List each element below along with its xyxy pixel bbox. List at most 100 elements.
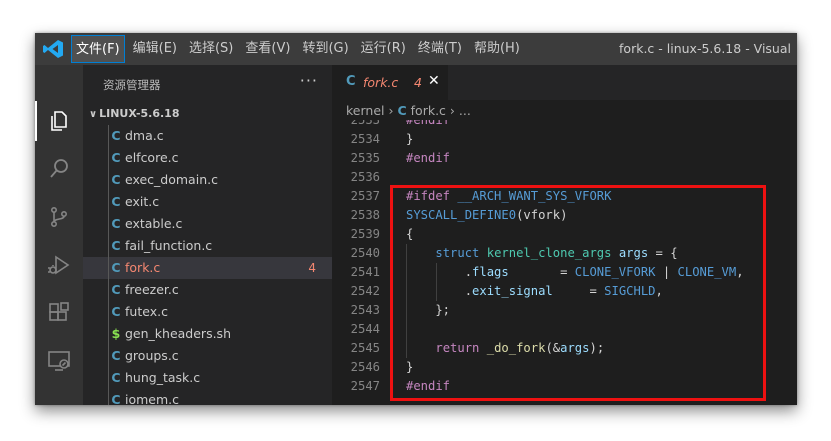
close-icon[interactable]: ✕ — [428, 73, 440, 89]
code-line: 2547 #endif — [332, 377, 797, 396]
menu-item[interactable]: 查看(V) — [241, 33, 294, 65]
line-number: 2539 — [350, 227, 380, 241]
code-token: _do_fork — [486, 341, 546, 355]
activity-bar — [35, 65, 83, 405]
code-token: #endif — [406, 120, 451, 127]
code-token: exit_signal — [472, 284, 553, 298]
breadcrumb-separator-icon: › — [388, 103, 394, 118]
file-item[interactable]: Chung_task.c — [83, 367, 332, 389]
code-line: 2545 return _do_fork(&args); — [332, 339, 797, 358]
file-item[interactable]: $ gen_kheaders.sh — [83, 323, 332, 345]
menu-item[interactable]: 运行(R) — [357, 33, 410, 65]
explorer-title: 资源管理器 — [103, 78, 161, 92]
code-text: } — [406, 130, 413, 149]
c-file-icon: C — [111, 260, 121, 275]
code-token: args — [560, 341, 590, 355]
line-number: 2538 — [350, 208, 380, 222]
code-line: 2543 }; — [332, 301, 797, 320]
more-actions-button[interactable]: ··· — [300, 71, 318, 90]
file-item[interactable]: Cfutex.c — [83, 301, 332, 323]
file-item[interactable]: Cfork.c 4 — [83, 257, 332, 279]
c-file-icon: C — [346, 74, 356, 89]
code-text: SYSCALL_DEFINE0(vfork) — [406, 206, 567, 225]
code-token: (& — [545, 341, 561, 355]
file-name: fail_function.c — [125, 238, 213, 253]
menu-item[interactable]: 选择(S) — [185, 33, 237, 65]
c-file-icon: C — [111, 282, 121, 297]
run-debug-icon[interactable] — [47, 253, 71, 277]
menu-item[interactable]: 编辑(E) — [129, 33, 181, 65]
file-name: gen_kheaders.sh — [125, 326, 231, 341]
code-text: .exit_signal = SIGCHLD, — [406, 282, 663, 301]
file-item[interactable]: Cdma.c — [83, 125, 332, 147]
code-token: #endif — [406, 151, 451, 165]
file-name: fork.c — [125, 260, 161, 275]
code-line: 2546} — [332, 358, 797, 377]
file-name: exec_domain.c — [125, 172, 218, 187]
code-text: .flags = CLONE_VFORK | CLONE_VM, — [406, 263, 744, 282]
line-number: 2544 — [350, 322, 380, 336]
menu-item[interactable]: 转到(G) — [298, 33, 352, 65]
breadcrumb-separator-icon: › — [449, 103, 455, 118]
files-icon[interactable] — [47, 109, 71, 133]
code-text: { — [406, 225, 413, 244]
code-line: 2542 .exit_signal = SIGCHLD, — [332, 282, 797, 301]
code-line: 2538 SYSCALL_DEFINE0(vfork) — [332, 206, 797, 225]
editor-area: C fork.c 4 ✕ kernel › C fork.c › ... 253… — [332, 65, 797, 405]
line-number: 2536 — [350, 170, 380, 184]
search-icon[interactable] — [47, 157, 71, 181]
code-line: 2536 — [332, 168, 797, 187]
breadcrumb-folder[interactable]: kernel — [346, 103, 385, 118]
source-control-icon[interactable] — [47, 205, 71, 229]
file-item[interactable]: Celfcore.c — [83, 147, 332, 169]
code-text: }; — [406, 301, 450, 320]
file-item[interactable]: Cexit.c — [83, 191, 332, 213]
code-text: struct kernel_clone_args args = { — [406, 244, 677, 263]
c-file-icon: C — [111, 172, 121, 187]
code-token: , — [655, 284, 663, 298]
file-name: futex.c — [125, 304, 168, 319]
c-file-icon: C — [111, 238, 121, 253]
menu-item[interactable]: 终端(T) — [414, 33, 466, 65]
code-token: struct — [435, 246, 480, 260]
active-view-indicator — [35, 101, 37, 141]
c-file-icon: C — [111, 392, 121, 405]
code-line: 2539 { — [332, 225, 797, 244]
title-bar: 文件(F) 编辑(E) 选择(S) 查看(V) 转到(G) 运行(R) 终端(T) 帮助(H)… — [35, 33, 797, 65]
menu-item[interactable]: 帮助(H) — [470, 33, 524, 65]
menu-item[interactable]: 文件(F) — [71, 35, 125, 63]
code-token: . — [406, 265, 473, 279]
code-text: #ifdef __ARCH_WANT_SYS_VFORK — [406, 187, 611, 206]
code-editor[interactable]: 2533 #endif 2534} 2535 #endif 2536 2537 #ifdef … — [332, 120, 797, 405]
file-item[interactable]: Cgroups.c — [83, 345, 332, 367]
file-item[interactable]: Cextable.c — [83, 213, 332, 235]
workspace-folder-header[interactable]: ∨ LINUX-5.6.18 — [83, 103, 332, 125]
code-token: = — [508, 265, 575, 279]
file-name: elfcore.c — [125, 150, 179, 165]
code-token: ); — [589, 341, 605, 355]
code-token: } — [406, 360, 414, 374]
file-item[interactable]: Cfreezer.c — [83, 279, 332, 301]
chevron-down-icon: ∨ — [89, 109, 98, 120]
tab-fork-c[interactable]: C fork.c 4 ✕ — [332, 65, 448, 100]
tab-bar: C fork.c 4 ✕ — [332, 65, 797, 100]
file-item[interactable]: Ciomem.c — [83, 389, 332, 405]
file-name: hung_task.c — [125, 370, 201, 385]
breadcrumb-symbols[interactable]: ... — [459, 103, 471, 118]
line-number: 2543 — [350, 303, 380, 317]
code-token: CLONE_VM — [677, 265, 737, 279]
file-item[interactable]: Cexec_domain.c — [83, 169, 332, 191]
vscode-logo-icon — [43, 40, 63, 58]
remote-explorer-icon[interactable] — [47, 349, 71, 373]
extensions-icon[interactable] — [47, 301, 71, 325]
problem-count-badge: 4 — [414, 75, 422, 90]
code-token: #endif — [406, 379, 451, 393]
file-item[interactable]: Cfail_function.c — [83, 235, 332, 257]
breadcrumb-file[interactable]: fork.c — [411, 103, 446, 118]
c-file-icon: C — [111, 370, 121, 385]
problem-count-badge: 4 — [308, 261, 316, 275]
code-token: . — [406, 284, 473, 298]
